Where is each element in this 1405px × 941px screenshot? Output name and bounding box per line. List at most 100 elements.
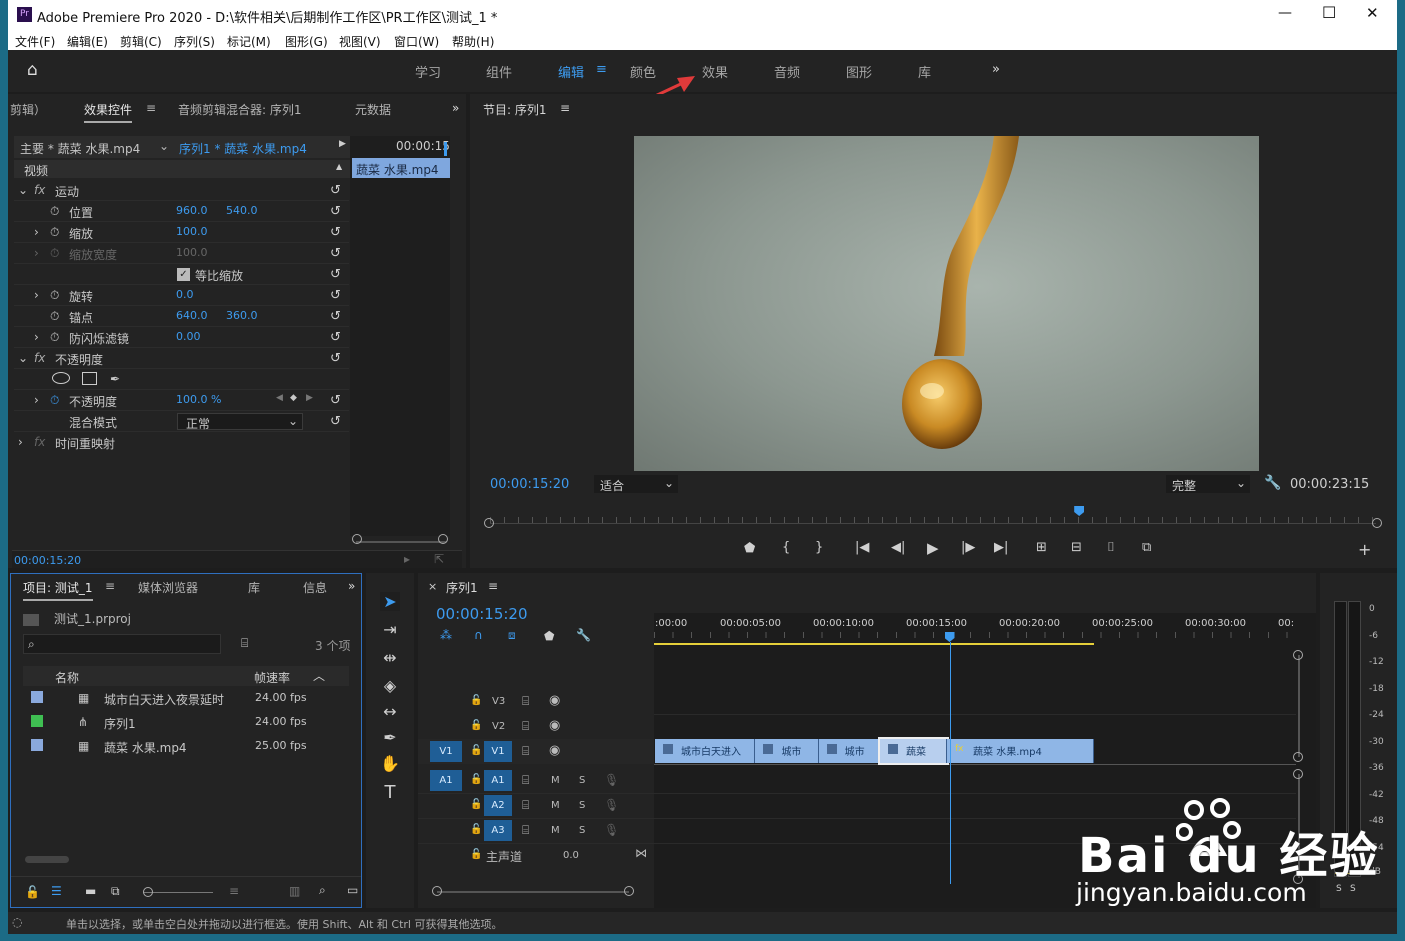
panel-menu-icon[interactable]: ≡ [488, 579, 498, 593]
scroll-handle-right[interactable] [438, 534, 448, 544]
workspace-learn[interactable]: 学习 [415, 62, 441, 81]
project-item[interactable]: ⋔ 序列1 24.00 fps [23, 710, 349, 734]
column-fps[interactable]: 帧速率 [254, 669, 290, 686]
step-back-button[interactable]: ◀| [891, 540, 905, 555]
track-lock-icon[interactable]: 🔓 [470, 774, 482, 785]
expand-opacity-section-icon[interactable]: ⌄ [18, 351, 28, 365]
add-button-icon[interactable]: + [1358, 540, 1371, 559]
panel-menu-icon[interactable]: ≡ [146, 101, 156, 115]
quality-select[interactable]: 完整 ⌄ [1166, 475, 1250, 493]
column-name[interactable]: 名称 [55, 669, 79, 686]
expand-motion-icon[interactable]: ⌄ [18, 183, 28, 197]
pen-mask-icon[interactable]: ✒ [110, 372, 120, 386]
antiflicker-value[interactable]: 0.00 [176, 330, 201, 343]
track-lock-icon[interactable]: 🔓 [470, 745, 482, 756]
tab-metadata[interactable]: 元数据 [355, 101, 391, 118]
tab-project[interactable]: 项目: 测试_1 [23, 579, 93, 601]
sync-lock-icon[interactable]: ⌸ [522, 719, 529, 734]
menu-clip[interactable]: 剪辑(C) [120, 33, 162, 50]
timeline-clip[interactable]: 城市 [818, 739, 881, 763]
reset-motion-icon[interactable]: ↺ [330, 183, 341, 198]
label-color-swatch[interactable] [31, 691, 43, 703]
zoom-slider[interactable] [143, 892, 213, 893]
menu-view[interactable]: 视图(V) [339, 33, 381, 50]
reset-scale-icon[interactable]: ↺ [330, 225, 341, 240]
h-scroll-end-handle[interactable] [624, 886, 634, 896]
type-tool-icon[interactable]: T [380, 782, 400, 803]
v-scroll-handle[interactable] [1293, 650, 1303, 660]
maximize-button[interactable]: ☐ [1322, 3, 1336, 22]
razor-tool-icon[interactable]: ◈ [380, 676, 400, 695]
timeline-clip[interactable]: 城市白天进入 [655, 739, 756, 763]
expand-tabs-icon[interactable]: » [452, 101, 459, 115]
program-scrubber[interactable] [484, 506, 1382, 528]
menu-edit[interactable]: 编辑(E) [67, 33, 108, 50]
close-sequence-icon[interactable]: × [428, 580, 437, 593]
stopwatch-active-icon[interactable]: ⏱ [50, 393, 59, 408]
v-scroll-handle[interactable] [1293, 769, 1303, 779]
rotation-value[interactable]: 0.0 [176, 288, 194, 301]
solo-button[interactable]: S [579, 800, 585, 811]
pen-tool-icon[interactable]: ✒ [380, 728, 400, 747]
anchor-y-value[interactable]: 360.0 [226, 309, 258, 322]
reset-rotation-icon[interactable]: ↺ [330, 288, 341, 303]
expand-scale-icon[interactable]: › [34, 225, 39, 239]
sequence-clip-label[interactable]: 序列1 * 蔬菜 水果.mp4 [179, 140, 307, 157]
opacity-value[interactable]: 100.0 % [176, 393, 221, 406]
microphone-icon[interactable]: 🎙 [604, 823, 619, 837]
position-y-value[interactable]: 540.0 [226, 204, 258, 217]
compare-view-button[interactable]: ⧉ [1142, 540, 1151, 555]
microphone-icon[interactable]: 🎙 [604, 798, 619, 812]
menu-sequence[interactable]: 序列(S) [174, 33, 215, 50]
sync-lock-icon[interactable]: ⌸ [522, 823, 529, 838]
home-icon[interactable]: ⌂ [27, 60, 38, 80]
menu-window[interactable]: 窗口(W) [394, 33, 439, 50]
scroll-up-icon[interactable]: ▲ [336, 162, 342, 171]
add-marker-icon[interactable]: ⬟ [544, 629, 554, 643]
workspace-editing[interactable]: 编辑 [558, 62, 584, 81]
sync-lock-icon[interactable]: ⌸ [522, 694, 529, 709]
work-area-bar[interactable] [654, 643, 1094, 645]
tab-libraries[interactable]: 库 [248, 579, 260, 596]
mini-scrollbar[interactable] [356, 541, 446, 543]
step-forward-button[interactable]: |▶ [961, 540, 975, 555]
source-patch-v1[interactable]: V1 [430, 741, 462, 762]
play-button[interactable]: ▶ [927, 539, 939, 557]
selection-tool-icon[interactable]: ➤ [380, 592, 400, 611]
workspace-audio[interactable]: 音频 [774, 62, 800, 81]
scale-value[interactable]: 100.0 [176, 225, 208, 238]
label-color-swatch[interactable] [31, 739, 43, 751]
more-workspaces-icon[interactable]: » [992, 62, 1000, 77]
stopwatch-icon[interactable]: ⏱ [50, 330, 59, 345]
solo-button[interactable]: S [579, 775, 585, 786]
play-arrow-icon[interactable]: ▶ [339, 139, 346, 149]
mute-button[interactable]: M [551, 775, 560, 786]
sync-lock-icon[interactable]: ⌸ [522, 798, 529, 813]
timeline-settings-icon[interactable]: 🔧 [576, 628, 591, 642]
zoom-handle[interactable] [143, 887, 153, 897]
project-item[interactable]: ▦ 蔬菜 水果.mp4 25.00 fps [23, 734, 349, 758]
sort-icon[interactable]: ≡ [229, 884, 239, 898]
effect-controls-timecode[interactable]: 00:00:15:20 [14, 554, 81, 567]
program-timecode[interactable]: 00:00:15:20 [490, 477, 569, 492]
stopwatch-icon[interactable]: ⏱ [50, 288, 59, 303]
camera-icon[interactable]: ⌷ [1107, 540, 1115, 555]
track-label[interactable]: A1 [484, 770, 512, 791]
tab-audio-mixer[interactable]: 音频剪辑混合器: 序列1 [178, 101, 302, 118]
h-scroll-start-handle[interactable] [432, 886, 442, 896]
timeline-h-scrollbar[interactable] [437, 891, 629, 893]
v-scroll-handle[interactable] [1293, 752, 1303, 762]
stopwatch-icon[interactable]: ⏱ [50, 204, 59, 219]
workspace-assembly[interactable]: 组件 [486, 62, 512, 81]
sync-lock-icon[interactable]: ⌸ [522, 744, 529, 759]
expand-flicker-icon[interactable]: › [34, 330, 39, 344]
timeline-timecode[interactable]: 00:00:15:20 [436, 605, 528, 623]
new-bin-icon[interactable]: ▭ [347, 883, 358, 897]
timeline-clip[interactable]: 城市 [755, 739, 819, 763]
track-lock-icon[interactable]: 🔓 [470, 695, 482, 706]
workspace-effects[interactable]: 效果 [702, 62, 728, 81]
list-view-icon[interactable]: ☰ [51, 884, 62, 898]
expand-rotation-icon[interactable]: › [34, 288, 39, 302]
stopwatch-icon[interactable]: ⏱ [50, 225, 59, 240]
tab-media-browser[interactable]: 媒体浏览器 [138, 579, 198, 596]
